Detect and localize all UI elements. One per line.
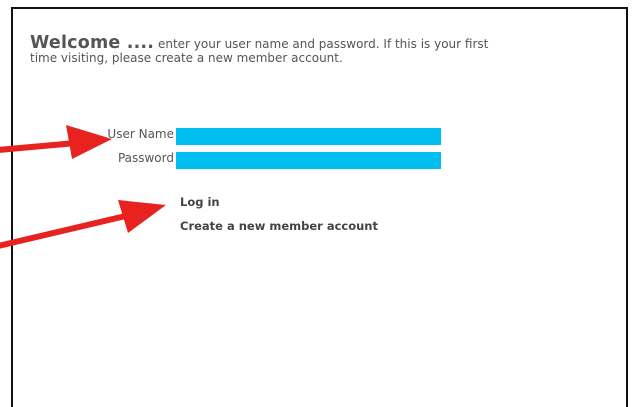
login-page: Welcome .... enter your user name and pa… bbox=[0, 0, 634, 407]
annotation-arrows bbox=[0, 125, 166, 249]
arrow-to-username-icon bbox=[0, 125, 112, 159]
arrow-to-login-icon bbox=[0, 200, 166, 249]
